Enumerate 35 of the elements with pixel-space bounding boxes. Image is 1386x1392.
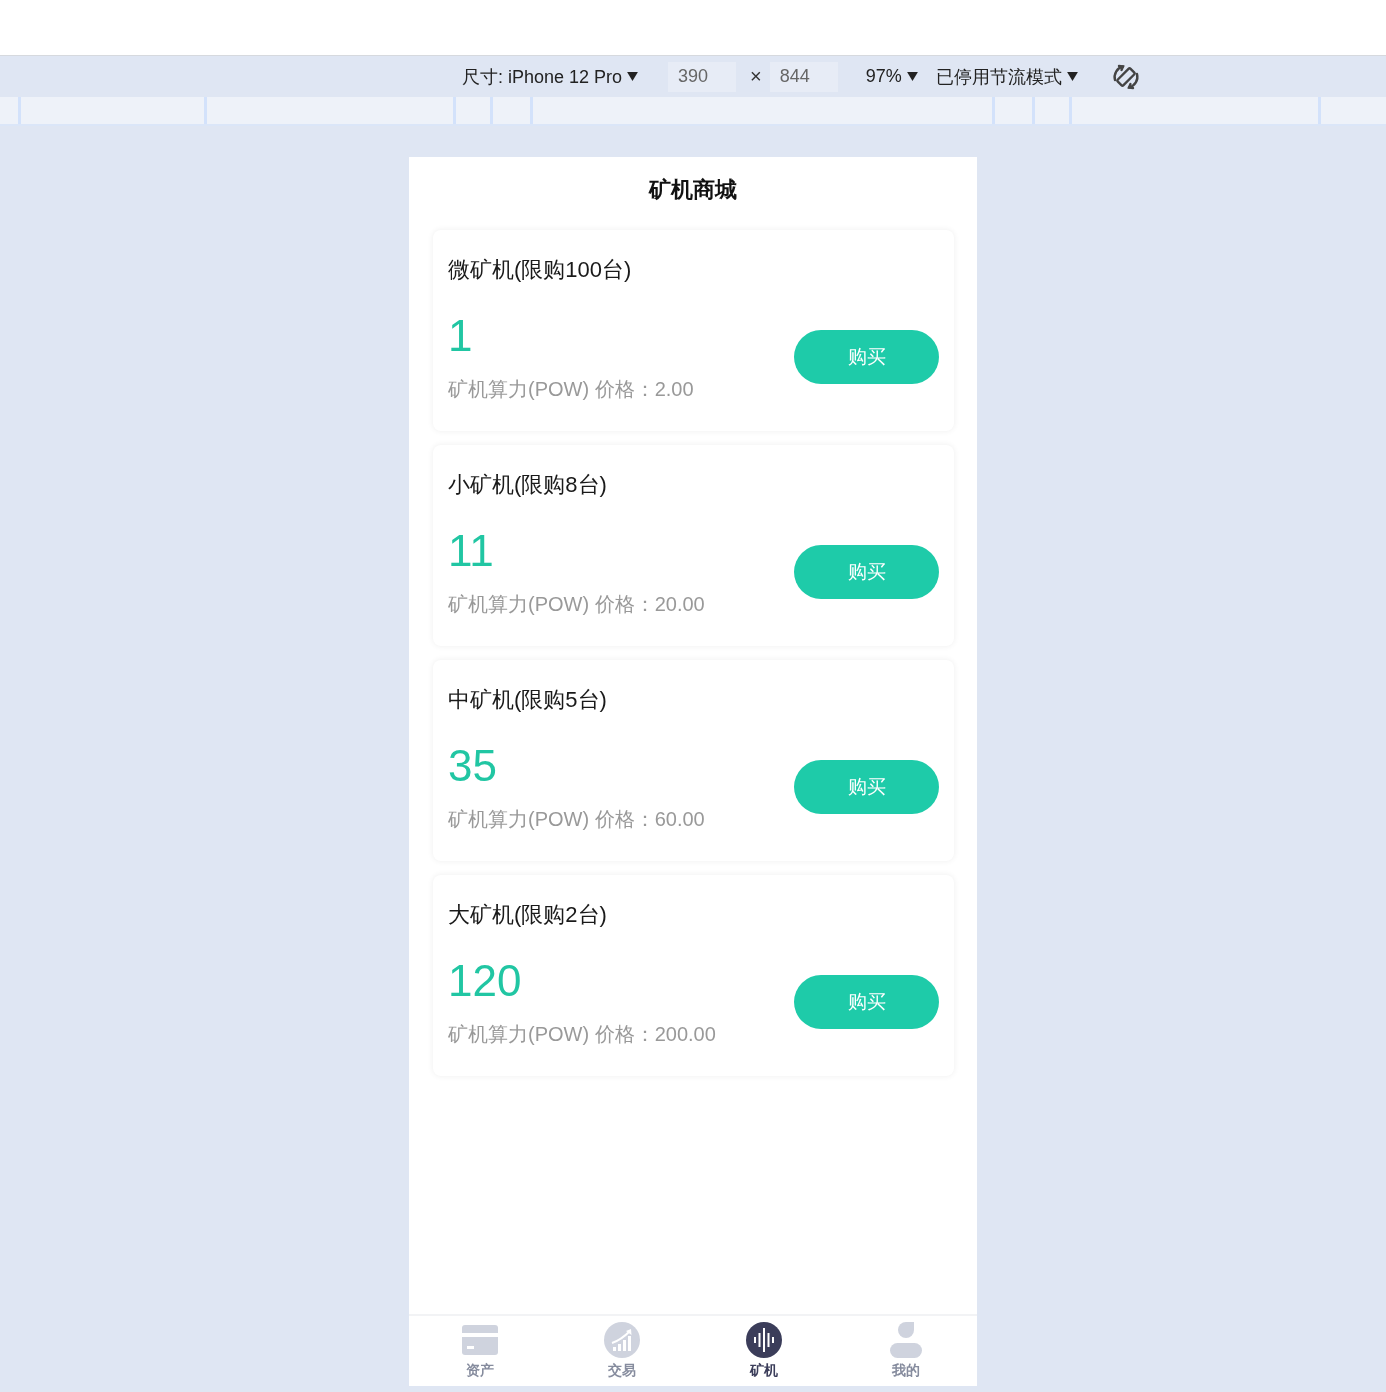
growth-chart-icon bbox=[604, 1322, 640, 1358]
buy-button[interactable]: 购买 bbox=[794, 760, 939, 814]
page-title: 矿机商城 bbox=[647, 176, 738, 204]
caret-icon bbox=[1066, 72, 1078, 81]
price-text: 矿机算力(POW) 价格：2.00 bbox=[448, 377, 694, 402]
card-icon bbox=[462, 1325, 498, 1355]
buy-button[interactable]: 购买 bbox=[794, 975, 939, 1029]
device-dropdown[interactable]: 尺寸: iPhone 12 Pro bbox=[462, 64, 639, 89]
price-text: 矿机算力(POW) 价格：20.00 bbox=[448, 592, 705, 617]
nav-tab[interactable]: 我的 bbox=[835, 1316, 977, 1386]
zoom-dropdown[interactable]: 97% bbox=[865, 66, 918, 87]
hashrate-value: 35 bbox=[448, 741, 498, 791]
nav-tab[interactable]: 矿机 bbox=[693, 1316, 835, 1386]
miner-name: 小矿机(限购8台) bbox=[448, 471, 608, 499]
price-text: 矿机算力(POW) 价格：200.00 bbox=[448, 1022, 716, 1047]
nav-tab[interactable]: 交易 bbox=[551, 1316, 693, 1386]
dimension-separator: × bbox=[750, 65, 762, 88]
rotate-icon[interactable] bbox=[1111, 62, 1140, 91]
throttling-dropdown[interactable]: 已停用节流模式 bbox=[935, 64, 1078, 89]
user-icon bbox=[890, 1322, 922, 1358]
caret-icon bbox=[627, 72, 639, 81]
hashrate-value: 11 bbox=[448, 526, 495, 576]
hashrate-value: 120 bbox=[448, 956, 523, 1006]
height-input[interactable]: 844 bbox=[769, 61, 838, 92]
hashrate-value: 1 bbox=[448, 311, 474, 361]
buy-button[interactable]: 购买 bbox=[794, 545, 939, 599]
caret-icon bbox=[906, 72, 918, 81]
waveform-icon bbox=[746, 1322, 782, 1358]
miner-name: 中矿机(限购5台) bbox=[448, 686, 608, 714]
width-input[interactable]: 390 bbox=[668, 61, 737, 92]
miner-name: 微矿机(限购100台) bbox=[448, 256, 633, 284]
price-text: 矿机算力(POW) 价格：60.00 bbox=[448, 807, 705, 832]
miner-name: 大矿机(限购2台) bbox=[448, 901, 608, 929]
nav-tab[interactable]: 资产 bbox=[409, 1316, 551, 1386]
buy-button[interactable]: 购买 bbox=[794, 330, 939, 384]
